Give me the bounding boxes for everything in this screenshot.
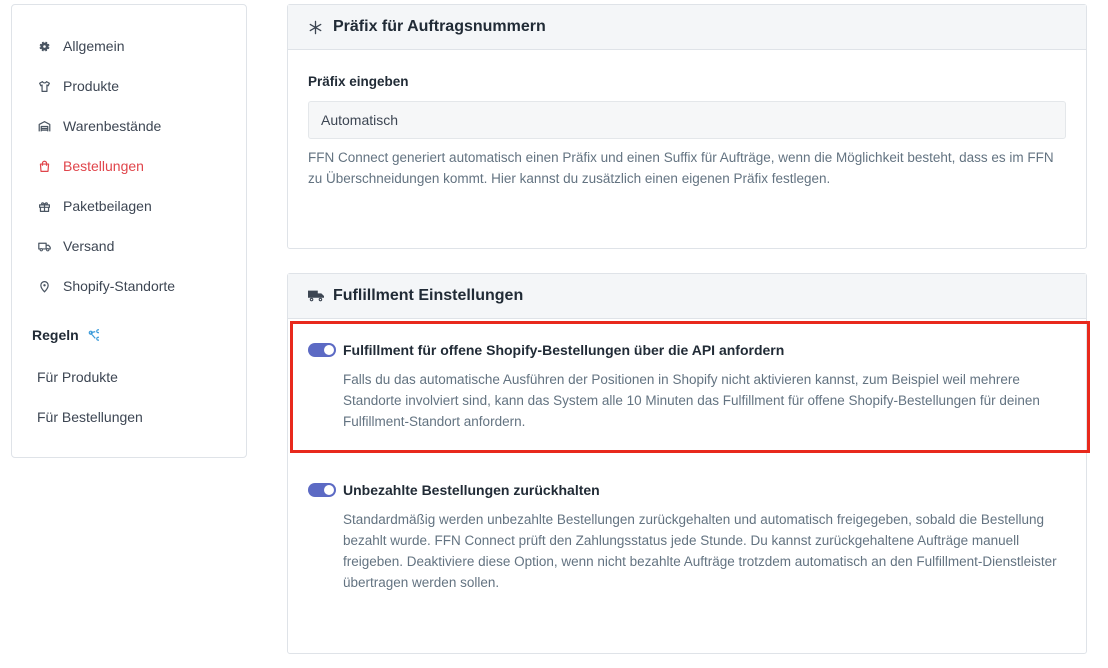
sidebar-item-allgemein[interactable]: Allgemein xyxy=(37,34,124,58)
prefix-card: Präfix für Auftragsnummern Präfix eingeb… xyxy=(287,4,1087,249)
sidebar-item-label: Allgemein xyxy=(63,38,125,54)
rule-item-produkte[interactable]: Für Produkte xyxy=(37,369,118,385)
api-fulfillment-label: Fulfillment für offene Shopify-Bestellun… xyxy=(343,342,785,358)
settings-sidebar: Allgemein Produkte Warenbestände Bestell… xyxy=(11,4,247,458)
fulfillment-card: Fuflillment Einstellungen Fulfillment fü… xyxy=(287,273,1087,654)
hold-unpaid-description: Standardmäßig werden unbezahlte Bestellu… xyxy=(343,512,1057,590)
prefix-card-header: Präfix für Auftragsnummern xyxy=(288,5,1086,50)
rule-item-bestellungen[interactable]: Für Bestellungen xyxy=(37,409,143,425)
fulfillment-card-header: Fuflillment Einstellungen xyxy=(288,274,1086,319)
fulfillment-card-title: Fuflillment Einstellungen xyxy=(333,287,524,304)
shipping-icon xyxy=(37,239,51,253)
gear-icon xyxy=(37,39,51,53)
sidebar-item-label: Versand xyxy=(63,238,115,254)
sidebar-item-bestellungen[interactable]: Bestellungen xyxy=(37,154,144,178)
sidebar-item-paketbeilagen[interactable]: Paketbeilagen xyxy=(37,194,152,218)
rules-title-label: Regeln xyxy=(32,327,79,343)
rules-diagram-icon xyxy=(87,329,99,341)
rules-section-title: Regeln xyxy=(32,327,99,343)
sidebar-item-warenbestaende[interactable]: Warenbestände xyxy=(37,114,161,138)
prefix-field-label: Präfix eingeben xyxy=(308,74,409,89)
gift-icon xyxy=(37,199,51,213)
hold-unpaid-label: Unbezahlte Bestellungen zurückhalten xyxy=(343,482,600,498)
api-fulfillment-description: Falls du das automatische Ausführen der … xyxy=(343,372,1040,429)
prefix-input[interactable] xyxy=(308,101,1066,139)
shirt-icon xyxy=(37,79,51,93)
prefix-card-title: Präfix für Auftragsnummern xyxy=(333,18,546,35)
asterisk-icon xyxy=(308,19,324,35)
prefix-help-text: FFN Connect generiert automatisch einen … xyxy=(308,150,1054,186)
sidebar-item-produkte[interactable]: Produkte xyxy=(37,74,119,98)
location-pin-icon xyxy=(37,279,51,293)
sidebar-item-versand[interactable]: Versand xyxy=(37,234,114,258)
api-fulfillment-toggle[interactable] xyxy=(308,343,336,357)
warehouse-icon xyxy=(37,119,51,133)
sidebar-item-label: Warenbestände xyxy=(63,118,162,134)
shopping-bag-icon xyxy=(37,159,51,173)
toggle-row-api-fulfillment: Fulfillment für offene Shopify-Bestellun… xyxy=(308,342,784,358)
sidebar-item-label: Paketbeilagen xyxy=(63,198,152,214)
hold-unpaid-toggle[interactable] xyxy=(308,483,336,497)
sidebar-item-label: Bestellungen xyxy=(63,158,144,174)
truck-icon xyxy=(308,288,324,304)
sidebar-item-label: Produkte xyxy=(63,78,120,94)
sidebar-item-label: Shopify-Standorte xyxy=(63,278,176,294)
sidebar-item-shopify-standorte[interactable]: Shopify-Standorte xyxy=(37,274,175,298)
toggle-row-hold-unpaid: Unbezahlte Bestellungen zurückhalten xyxy=(308,482,600,498)
